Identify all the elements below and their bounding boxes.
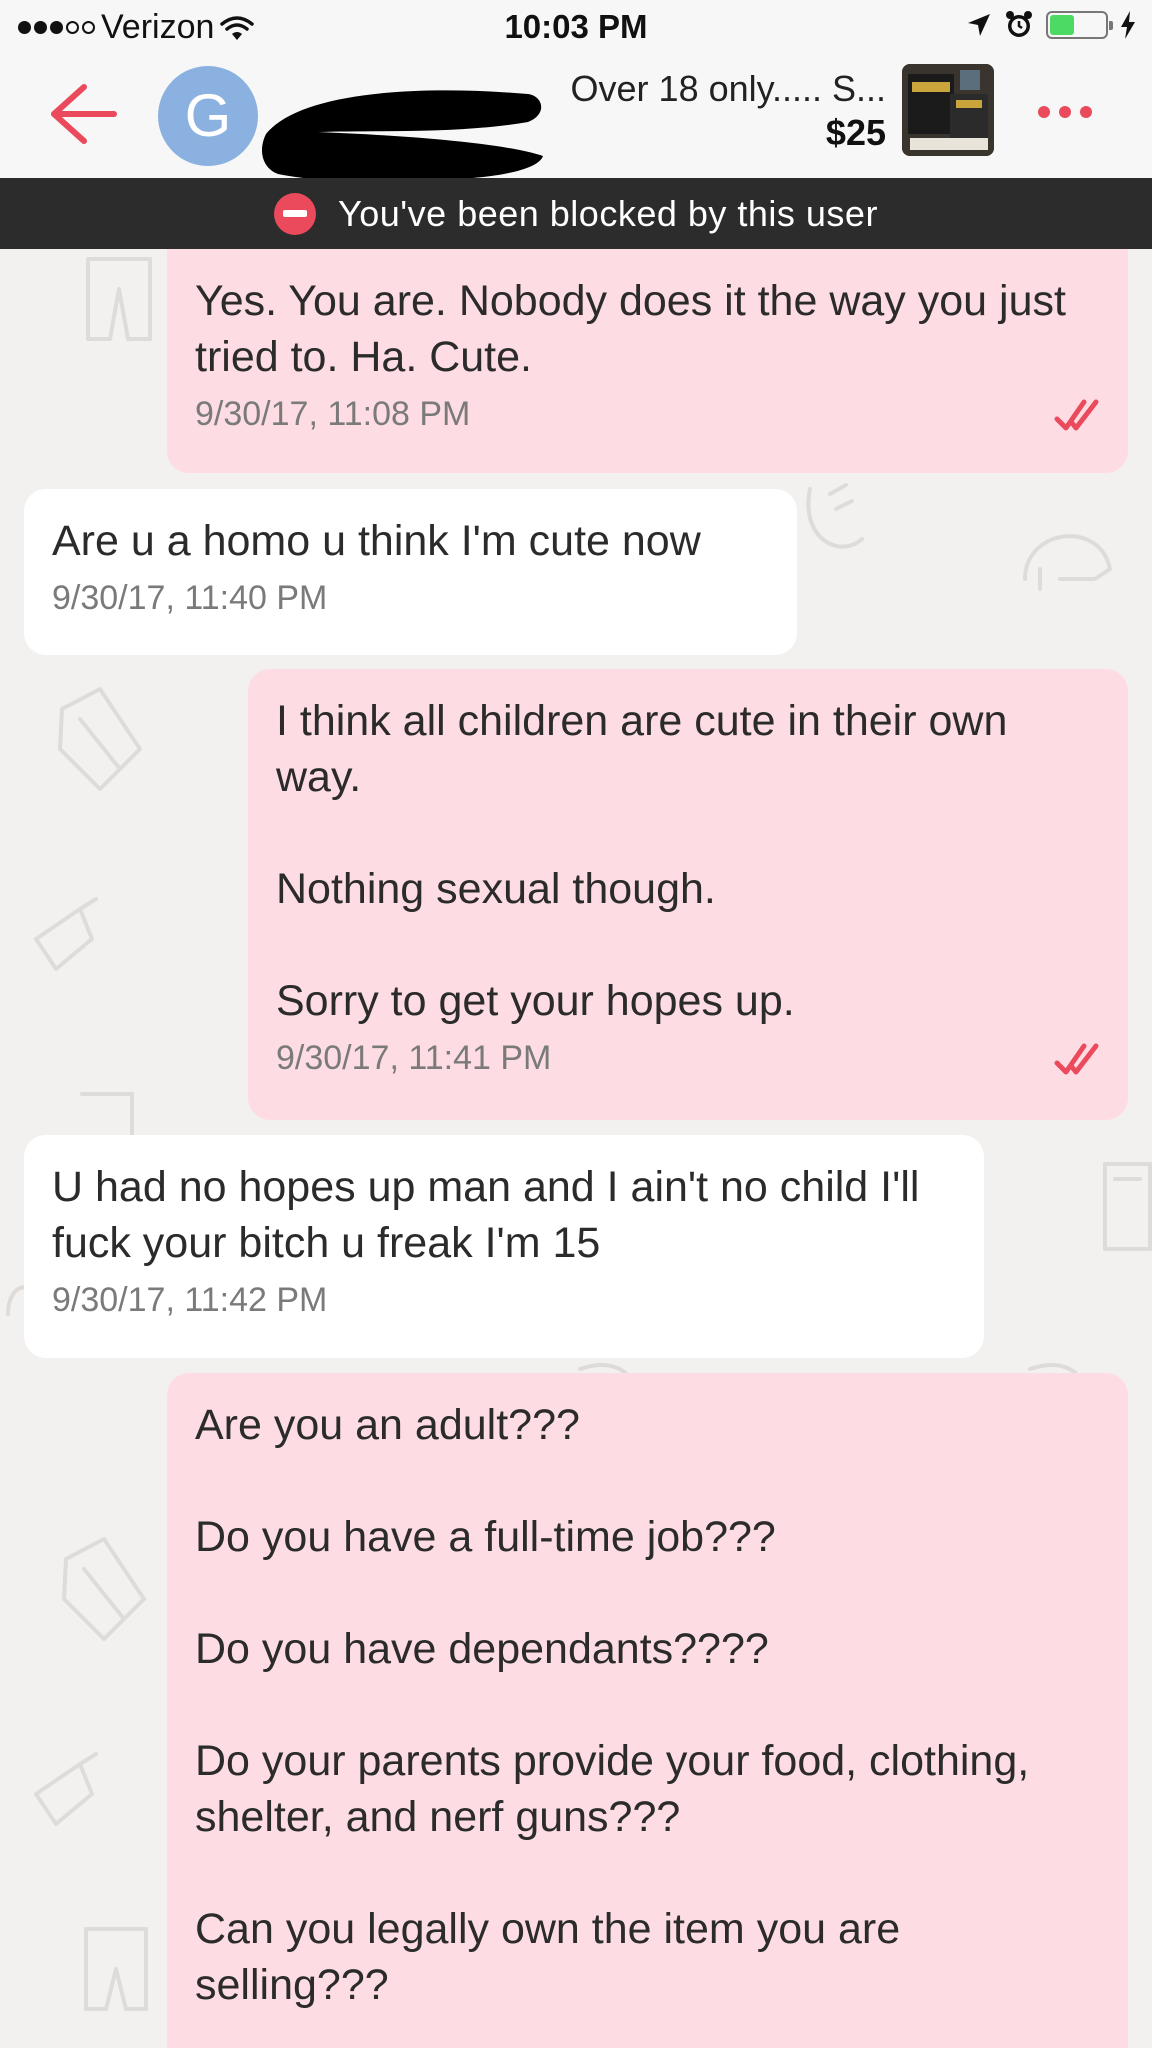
- blocked-banner-text: You've been blocked by this user: [338, 192, 878, 234]
- listing-photo: [902, 64, 994, 156]
- message-bubble-sent[interactable]: Yes. You are. Nobody does it the way you…: [167, 249, 1128, 473]
- message-meta: 9/30/17, 11:41 PM: [276, 1039, 1100, 1078]
- double-check-icon: [1054, 1043, 1099, 1074]
- more-options-button[interactable]: [1038, 106, 1092, 118]
- message-text: I think all children are cute in their o…: [276, 697, 1008, 1025]
- redacted-username: [262, 90, 543, 182]
- message-text: Are you an adult??? Do you have a full-t…: [195, 1401, 1030, 2009]
- message-text: Are u a homo u think I'm cute now: [52, 517, 701, 565]
- status-right: [966, 10, 1136, 40]
- blocked-icon: [274, 192, 317, 235]
- message-text: U had no hopes up man and I ain't no chi…: [52, 1163, 920, 1267]
- conversation-header: G Over 18 only..... S... $25: [0, 56, 1152, 182]
- message-meta: 9/30/17, 11:42 PM: [52, 1281, 956, 1320]
- more-dots-icon: [1038, 106, 1050, 118]
- message-timestamp: 9/30/17, 11:40 PM: [52, 579, 328, 617]
- alarm-icon: [1006, 11, 1032, 37]
- listing-title[interactable]: Over 18 only..... S...: [571, 68, 886, 110]
- message-meta: 9/30/17, 11:08 PM: [195, 395, 1100, 434]
- charging-bolt-icon: [1121, 11, 1135, 39]
- listing-price: $25: [825, 112, 886, 153]
- back-button[interactable]: [48, 83, 118, 145]
- message-meta: 9/30/17, 11:40 PM: [52, 579, 769, 618]
- status-bar: Verizon 10:03 PM: [0, 0, 1152, 56]
- message-list[interactable]: Yes. You are. Nobody does it the way you…: [0, 249, 1152, 2048]
- message-timestamp: 9/30/17, 11:41 PM: [276, 1039, 552, 1077]
- message-timestamp: 9/30/17, 11:42 PM: [52, 1281, 328, 1319]
- message-bubble-received[interactable]: U had no hopes up man and I ain't no chi…: [24, 1135, 984, 1358]
- battery-icon: [1046, 11, 1113, 39]
- listing-thumbnail[interactable]: [902, 64, 994, 156]
- message-text: Yes. You are. Nobody does it the way you…: [195, 277, 1066, 381]
- message-bubble-received[interactable]: Are u a homo u think I'm cute now 9/30/1…: [24, 489, 797, 655]
- double-check-icon: [1054, 399, 1099, 430]
- location-arrow-icon: [968, 14, 990, 36]
- message-timestamp: 9/30/17, 11:08 PM: [195, 395, 471, 433]
- message-bubble-sent[interactable]: I think all children are cute in their o…: [248, 669, 1128, 1120]
- message-bubble-sent[interactable]: Are you an adult??? Do you have a full-t…: [167, 1373, 1128, 2048]
- avatar[interactable]: G: [158, 66, 258, 166]
- blocked-banner: You've been blocked by this user: [0, 178, 1152, 249]
